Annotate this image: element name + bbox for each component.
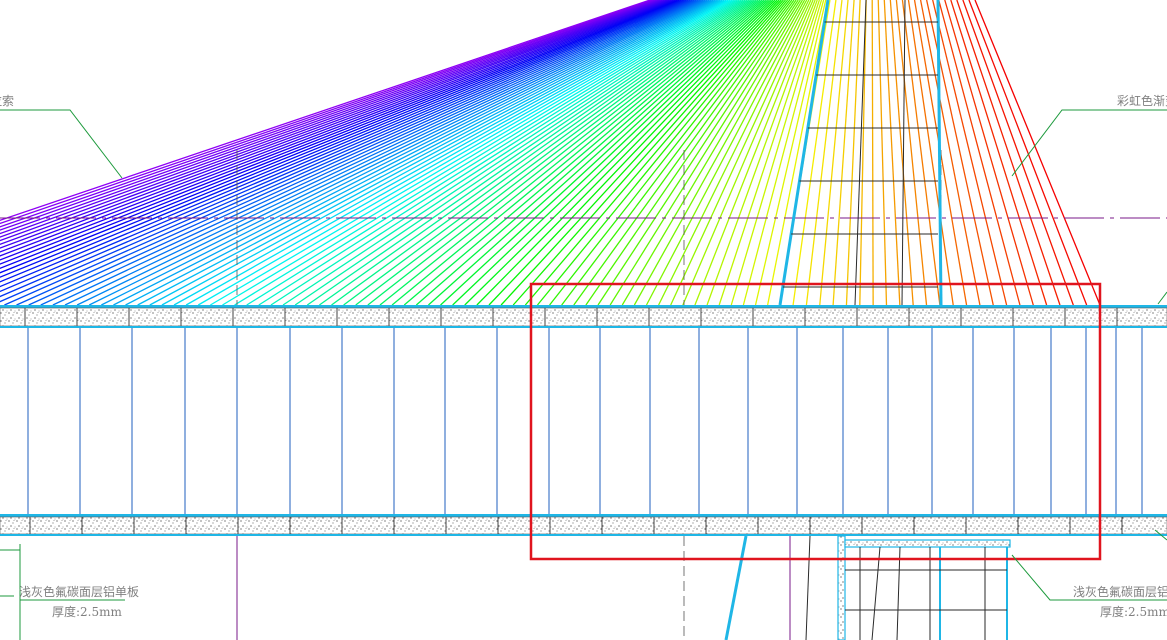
cable (968, 0, 1088, 306)
cable (88, 0, 710, 306)
cable (925, 0, 994, 306)
cable (258, 0, 740, 306)
cable (16, 0, 697, 306)
cable (883, 0, 901, 306)
cable (907, 0, 954, 306)
label-bottom-left-1: 浅灰色氟碳面层铝单板 (19, 584, 139, 599)
cable (871, 0, 874, 306)
cable (974, 0, 1101, 306)
cable (185, 0, 727, 306)
cable-fan (0, 0, 1101, 306)
label-top-left: 拉索 (0, 93, 14, 108)
cable (754, 0, 827, 306)
label-top-right: 彩虹色渐变 (1117, 93, 1167, 108)
cable (706, 0, 818, 306)
cable (113, 0, 714, 306)
label-bottom-right-2: 厚度:2.5mm (1100, 604, 1167, 619)
bridge-deck (0, 305, 1167, 536)
lower-structure (0, 535, 1011, 640)
cable (950, 0, 1048, 306)
cable (792, 0, 837, 306)
cable (40, 0, 702, 306)
cable (0, 0, 693, 303)
cable (932, 0, 1008, 306)
label-bottom-left-2: 厚度:2.5mm (52, 604, 123, 619)
label-bottom-right-1: 浅灰色氟碳面层铝单 (1073, 584, 1167, 599)
cable (845, 0, 861, 306)
cad-drawing: 拉索 彩虹色渐变 浅灰色氟碳面层铝单板 厚度:2.5mm 浅灰色氟碳面层铝单 厚… (0, 0, 1167, 640)
cable (137, 0, 719, 306)
cable (901, 0, 941, 306)
cable (944, 0, 1034, 306)
cable (210, 0, 731, 306)
cable (877, 0, 888, 306)
cable (889, 0, 914, 306)
